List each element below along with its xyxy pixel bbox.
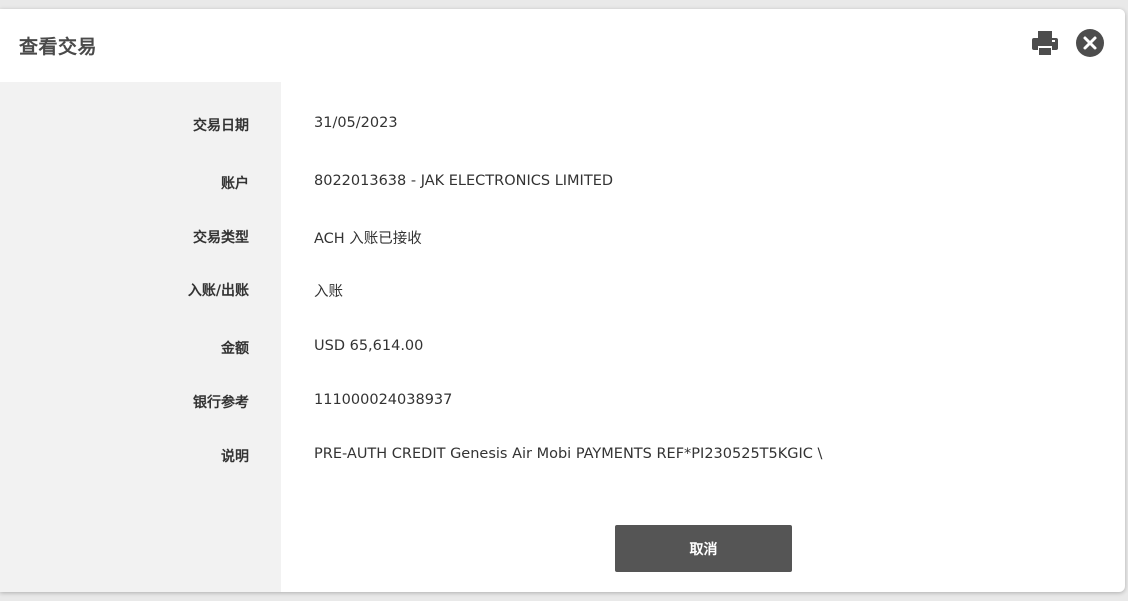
label-column: 交易日期 账户 交易类型 入账/出账 金额 银行参考 说明 <box>0 82 281 592</box>
dialog-header: 查看交易 <box>0 9 1125 82</box>
transaction-date-value: 31/05/2023 <box>314 115 398 131</box>
view-transaction-dialog: 查看交易 交易日期 账户 交易类型 入账/出账 金额 银行参考 说明 31/05… <box>0 9 1125 592</box>
print-button[interactable] <box>1030 29 1060 59</box>
bank-reference-value: 111000024038937 <box>314 392 453 408</box>
dialog-body: 交易日期 账户 交易类型 入账/出账 金额 银行参考 说明 31/05/2023… <box>0 82 1125 592</box>
close-button[interactable] <box>1076 29 1104 57</box>
credit-debit-label: 入账/出账 <box>187 283 249 299</box>
transaction-type-label: 交易类型 <box>193 230 249 246</box>
print-icon <box>1032 31 1058 56</box>
close-icon <box>1083 36 1097 50</box>
transaction-type-value: ACH 入账已接收 <box>314 231 422 247</box>
account-value: 8022013638 - JAK ELECTRONICS LIMITED <box>314 173 614 189</box>
description-value: PRE-AUTH CREDIT Genesis Air Mobi PAYMENT… <box>314 446 823 462</box>
transaction-date-label: 交易日期 <box>193 118 249 134</box>
dialog-title: 查看交易 <box>19 36 98 58</box>
bank-reference-label: 银行参考 <box>193 395 249 411</box>
cancel-button[interactable]: 取消 <box>615 525 792 572</box>
account-label: 账户 <box>221 176 249 192</box>
amount-value: USD 65,614.00 <box>314 338 424 354</box>
amount-label: 金额 <box>221 341 249 357</box>
description-label: 说明 <box>221 449 249 465</box>
credit-debit-value: 入账 <box>314 284 343 300</box>
